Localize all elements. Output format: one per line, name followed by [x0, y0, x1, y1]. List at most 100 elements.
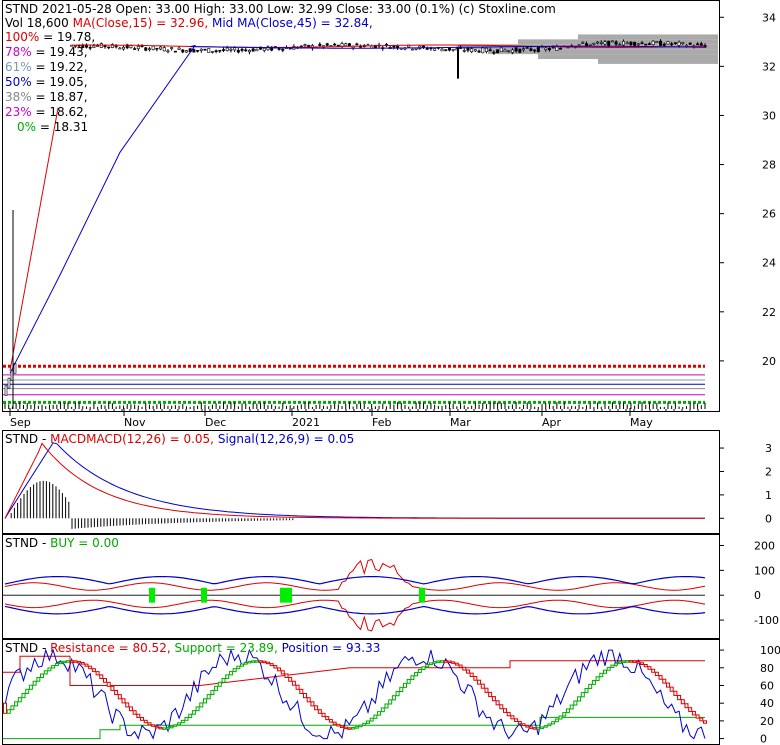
oscillator-step-9	[36, 676, 41, 682]
oscillator-step-153	[569, 704, 574, 710]
x-label-Apr: Apr	[542, 416, 562, 429]
candle-body-179	[666, 41, 670, 45]
oscillator-step-24	[91, 668, 96, 673]
candle-body-113	[422, 45, 426, 48]
candle-body-118	[440, 48, 444, 52]
oscillator-step-159	[591, 679, 596, 685]
oscillator-step-134	[499, 704, 504, 710]
oscillator-step-23	[88, 665, 93, 670]
oscillator-step-51	[191, 710, 196, 715]
fib-value-6: = 18.31	[36, 120, 89, 134]
oscillator-step-70	[262, 660, 267, 664]
buy-signal-marker-0	[149, 587, 155, 603]
oscillator-step-10	[40, 673, 45, 678]
candle-body-43	[162, 47, 166, 52]
candle-body-142	[529, 48, 533, 51]
oscillator-step-43	[162, 727, 167, 730]
oscillator-step-128	[477, 679, 482, 685]
x-label-Feb: Feb	[372, 416, 391, 429]
candle-body-63	[236, 50, 240, 53]
price-header-title: STND 2021-05-28 Open: 33.00 High: 33.00 …	[5, 2, 556, 16]
oscillator-step-144	[536, 727, 541, 730]
sr-header: STND - Resistance = 80.52, Support = 23.…	[5, 641, 380, 655]
oscillator-step-31	[117, 694, 122, 700]
oscillator-step-6	[25, 688, 30, 694]
candle-body-90	[336, 44, 340, 47]
buy-panel: 200 100 0 -100 STND - BUY = 0.00	[0, 534, 780, 639]
oscillator-step-63	[236, 665, 241, 670]
candle-body-70	[262, 47, 266, 51]
sr-y-label-100: 100	[760, 644, 780, 657]
volume-profile-bar-5	[578, 34, 718, 40]
oscillator-step-49	[184, 716, 189, 721]
candle-body-120	[447, 47, 451, 51]
sr-y-label-20: 20	[760, 715, 774, 728]
oscillator-step-76	[284, 673, 289, 678]
oscillator-step-16	[62, 660, 67, 664]
oscillator-step-4	[17, 697, 22, 703]
oscillator-step-173	[643, 663, 648, 668]
candle-body-183	[681, 42, 685, 44]
oscillator-step-0	[3, 702, 7, 714]
early-candle-0	[4, 385, 8, 396]
candle-body-119	[444, 49, 448, 51]
oscillator-step-88	[328, 719, 333, 723]
candle-body-81	[303, 44, 307, 46]
candle-body-58	[218, 49, 222, 52]
y-label-34: 34	[762, 11, 776, 24]
oscillator-step-45	[169, 725, 174, 729]
candle-body-180	[670, 43, 674, 46]
candle-body-32	[122, 46, 126, 50]
candle-body-65	[244, 49, 248, 52]
oscillator-step-129	[480, 683, 485, 689]
oscillator-step-162	[603, 669, 607, 674]
oscillator-step-111	[414, 671, 419, 677]
oscillator-step-85	[317, 709, 322, 714]
oscillator-step-39	[147, 722, 152, 726]
candle-body-140	[522, 48, 526, 51]
y-label-20: 20	[762, 355, 776, 368]
oscillator-step-36	[136, 713, 141, 718]
oscillator-step-89	[332, 721, 337, 725]
candle-body-60	[225, 47, 229, 51]
buy-red-upper	[4, 558, 706, 591]
fib-pct-4: 38%	[5, 90, 32, 104]
y-label-24: 24	[762, 257, 776, 270]
sr-prefix: STND -	[5, 641, 51, 655]
fib-label-6: 0% = 18.31	[17, 120, 88, 134]
oscillator-step-182	[677, 694, 682, 701]
oscillator-step-37	[140, 716, 145, 721]
macd-panel: 3 2 1 0 STND - MACDMACD(12,26) = 0.05, Sign…	[0, 430, 780, 534]
oscillator-step-66	[247, 660, 252, 664]
candle-body-185	[688, 42, 692, 45]
candle-body-42	[159, 46, 163, 50]
oscillator-step-46	[173, 724, 178, 727]
oscillator-step-41	[154, 725, 159, 729]
oscillator-step-19	[73, 660, 78, 663]
oscillator-step-181	[673, 690, 678, 696]
fib-label-5: 23% = 18.62,	[5, 105, 88, 119]
candle-body-165	[614, 41, 618, 45]
oscillator-step-174	[647, 666, 652, 670]
price-header-ma: Vol 18,600 MA(Close,15) = 32.96, Mid MA(…	[5, 16, 373, 30]
oscillator-step-90	[336, 723, 341, 727]
y-label-32: 32	[762, 60, 776, 73]
candle-body-139	[518, 48, 522, 53]
oscillator-step-56	[210, 689, 215, 696]
oscillator-step-156	[580, 692, 585, 698]
support-label: Support = 23.89,	[174, 641, 278, 655]
candle-body-171	[636, 43, 640, 46]
candle-body-46	[173, 50, 177, 53]
resistance-line	[3, 655, 705, 686]
oscillator-step-101	[377, 711, 382, 716]
oscillator-step-102	[380, 707, 385, 713]
oscillator-step-165	[614, 662, 619, 666]
oscillator-step-187	[695, 714, 700, 719]
oscillator-step-176	[654, 671, 659, 677]
ma15-early-line	[9, 108, 59, 371]
candle-body-57	[214, 50, 218, 53]
x-label-Mar: Mar	[450, 416, 471, 429]
fib-label-1: 78% = 19.43,	[5, 45, 88, 59]
candle-body-92	[344, 43, 348, 47]
candle-body-166	[618, 44, 622, 46]
